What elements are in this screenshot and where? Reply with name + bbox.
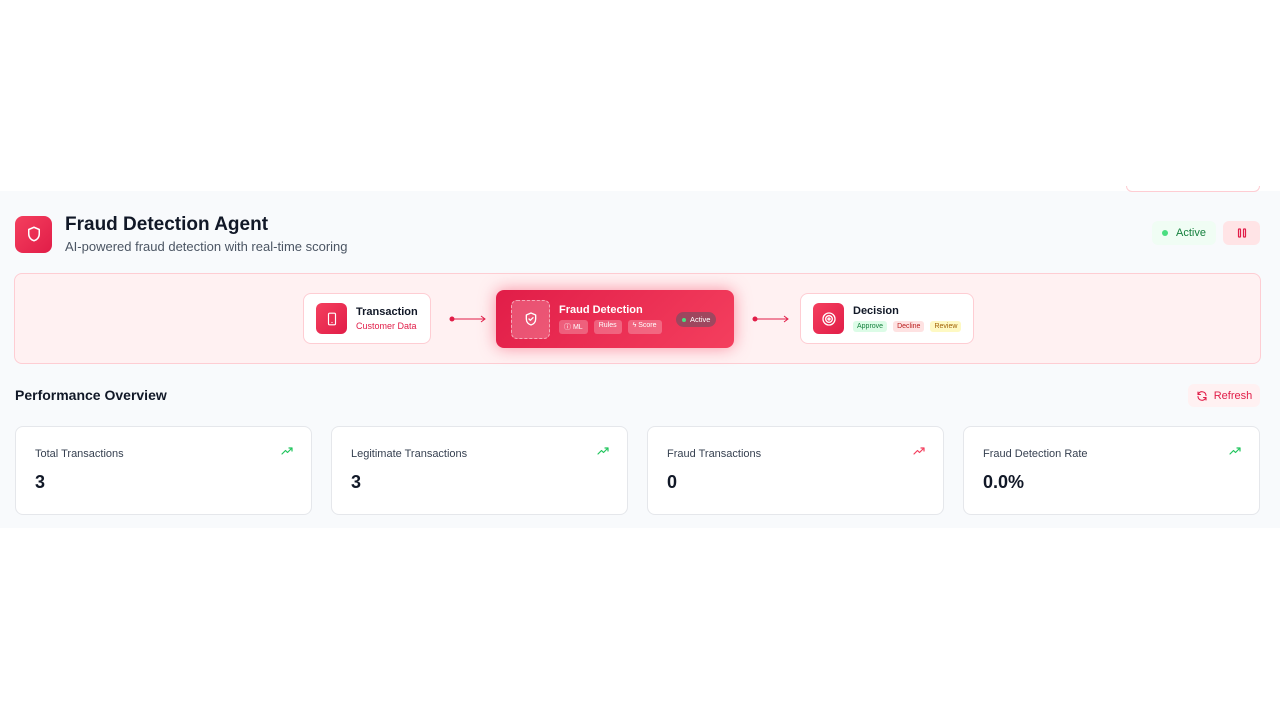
status-dot-icon — [1162, 230, 1168, 236]
shield-icon — [15, 215, 52, 253]
stat-label: Legitimate Transactions — [351, 448, 468, 460]
stat-card-legitimate-transactions: Legitimate Transactions 3 — [331, 426, 628, 515]
stat-card-total-transactions: Total Transactions 3 — [15, 426, 312, 515]
chip-label: Rules — [598, 322, 617, 329]
agent-status-badge: Active — [1152, 221, 1216, 245]
target-icon — [813, 303, 844, 334]
agent-header: Fraud Detection Agent AI-powered fraud d… — [15, 214, 348, 254]
pipeline-node-decision[interactable]: Decision Approve Decline Review — [800, 293, 974, 344]
stat-label: Fraud Detection Rate — [983, 448, 1088, 460]
chip-rules: Rules — [593, 320, 622, 334]
agent-pipeline: Transaction Customer Data Fraud Detectio… — [14, 273, 1261, 364]
stat-value: 0 — [667, 472, 678, 492]
pause-button[interactable] — [1223, 221, 1260, 245]
pipeline-connector-arrow — [752, 315, 789, 323]
node-title: Decision — [853, 305, 899, 317]
tag-approve: Approve — [853, 321, 888, 332]
stat-value: 0.0% — [983, 472, 1025, 492]
chip-score: ϟ Score — [627, 320, 662, 334]
refresh-label: Refresh — [1213, 389, 1253, 402]
shield-check-icon — [511, 299, 550, 339]
pipeline-node-transaction[interactable]: Transaction Customer Data — [303, 293, 431, 344]
status-dot-icon — [682, 317, 686, 322]
page-subtitle: AI-powered fraud detection with real-tim… — [65, 239, 348, 254]
refresh-button[interactable]: Refresh — [1188, 384, 1260, 407]
stat-card-fraud-transactions: Fraud Transactions 0 — [647, 426, 944, 515]
trending-up-icon — [597, 447, 609, 455]
node-status-label: Active — [690, 315, 711, 324]
node-title: Fraud Detection — [559, 304, 643, 316]
stat-label: Fraud Transactions — [667, 448, 762, 460]
chip-ml: ⓘ ML — [559, 320, 588, 334]
pipeline-node-fraud-detection[interactable]: Fraud Detection ⓘ ML Rules ϟ Score Activ… — [496, 290, 734, 348]
node-status-badge: Active — [676, 312, 717, 327]
section-title: Performance Overview — [15, 387, 167, 403]
stat-card-fraud-detection-rate: Fraud Detection Rate 0.0% — [963, 426, 1260, 515]
tag-review: Review — [930, 321, 962, 332]
stat-label: Total Transactions — [35, 448, 124, 460]
chip-label: ML — [572, 324, 583, 331]
agent-status-label: Active — [1176, 227, 1206, 239]
chip-label: Score — [638, 322, 657, 329]
smartphone-icon — [316, 303, 347, 334]
refresh-icon — [1197, 390, 1207, 401]
node-title: Transaction — [356, 306, 418, 318]
stat-value: 3 — [351, 472, 362, 492]
trending-up-icon — [1229, 447, 1241, 455]
node-subtitle: Customer Data — [356, 321, 417, 331]
pipeline-connector-arrow — [449, 315, 486, 323]
trending-up-icon — [913, 447, 925, 455]
pause-icon — [1237, 228, 1246, 238]
tag-decline: Decline — [893, 321, 925, 332]
stat-value: 3 — [35, 472, 46, 492]
trending-up-icon — [281, 447, 293, 455]
clipped-button-edge — [1126, 186, 1260, 192]
page-title: Fraud Detection Agent — [65, 214, 269, 235]
